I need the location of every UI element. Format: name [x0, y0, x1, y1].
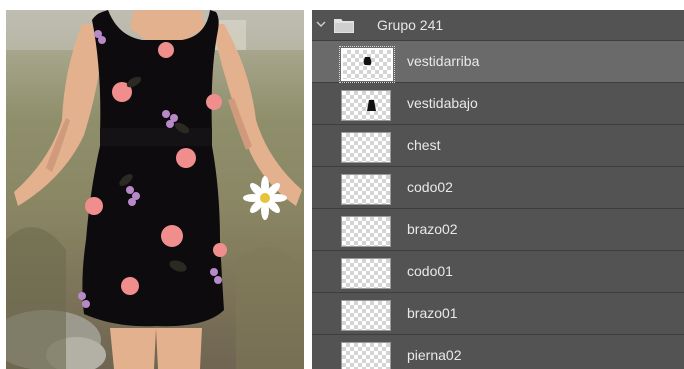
layer-thumbnail — [341, 132, 391, 163]
canvas-artwork[interactable] — [6, 10, 304, 369]
layer-name: brazo02 — [407, 221, 458, 237]
layer-thumbnail — [341, 342, 391, 369]
layer-row-brazo02[interactable]: brazo02 — [312, 209, 684, 251]
layers-panel: Grupo 241 vestidarriba vestidabajo chest… — [312, 10, 684, 369]
layer-name: chest — [407, 137, 441, 153]
layer-thumbnail — [341, 258, 391, 289]
layer-row-codo01[interactable]: codo01 — [312, 251, 684, 293]
layer-name: codo02 — [407, 179, 453, 195]
layer-name: pierna02 — [407, 347, 462, 363]
layer-row-vestidarriba[interactable]: vestidarriba — [312, 41, 684, 83]
layer-row-pierna02[interactable]: pierna02 — [312, 335, 684, 369]
layer-thumbnail — [341, 300, 391, 331]
dress-top-silhouette-icon — [363, 57, 372, 65]
layer-thumbnail — [341, 174, 391, 205]
dress-bottom-silhouette-icon — [367, 100, 376, 111]
layer-row-brazo01[interactable]: brazo01 — [312, 293, 684, 335]
dress-figure-illustration — [6, 10, 304, 369]
layer-thumbnail — [339, 46, 395, 83]
layer-name: codo01 — [407, 263, 453, 279]
folder-icon — [334, 19, 354, 33]
layer-name: brazo01 — [407, 305, 458, 321]
layer-row-chest[interactable]: chest — [312, 125, 684, 167]
layer-thumbnail — [341, 216, 391, 247]
layer-row-codo02[interactable]: codo02 — [312, 167, 684, 209]
layer-group-row[interactable]: Grupo 241 — [312, 10, 684, 41]
layer-name: vestidarriba — [407, 53, 480, 69]
chevron-down-icon[interactable] — [316, 19, 326, 29]
layer-name: vestidabajo — [407, 95, 478, 111]
group-name: Grupo 241 — [377, 17, 444, 33]
layer-thumbnail — [341, 90, 391, 121]
layer-row-vestidabajo[interactable]: vestidabajo — [312, 83, 684, 125]
